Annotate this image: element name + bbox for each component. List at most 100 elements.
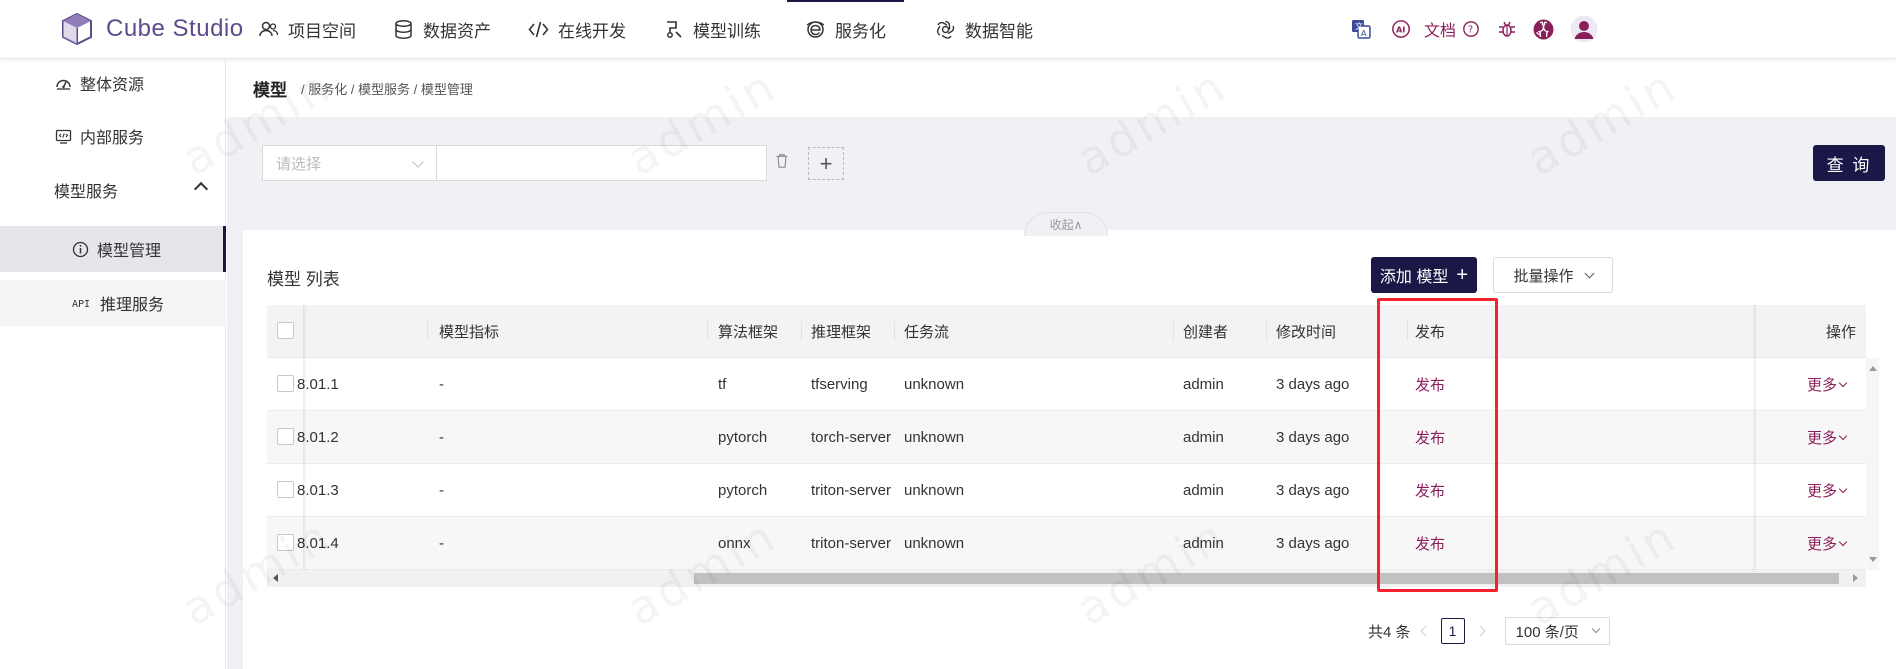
column-divider <box>707 321 708 341</box>
cell-modified: 3 days ago <box>1276 376 1350 393</box>
more-label: 更多 <box>1807 536 1838 553</box>
list-title: 模型 列表 <box>267 270 340 289</box>
chevron-down-icon <box>1591 624 1600 634</box>
more-actions-link[interactable]: 更多 <box>1807 358 1848 411</box>
sidebar-group-model-services[interactable]: 模型服务 <box>0 167 226 213</box>
nav-project-space[interactable]: 项目空间 <box>258 0 356 59</box>
publish-column-highlight <box>1377 298 1498 592</box>
sidebar-item-overall-resources[interactable]: 整体资源 <box>0 60 226 106</box>
page-size-label: 100 条/页 <box>1515 623 1579 641</box>
add-model-button[interactable]: 添加 模型 + <box>1371 257 1477 293</box>
user-avatar[interactable] <box>1570 15 1598 43</box>
col-header-modified[interactable]: 修改时间 <box>1276 305 1336 358</box>
nav-data-assets[interactable]: 数据资产 <box>393 0 491 59</box>
prev-page-icon[interactable] <box>1419 625 1432 637</box>
column-divider <box>1266 321 1267 341</box>
nav-label: 服务化 <box>835 22 886 41</box>
svg-text:A: A <box>1361 29 1367 38</box>
monitor-icon <box>55 129 72 144</box>
nav-model-training[interactable]: 模型训练 <box>663 0 761 59</box>
select-all-checkbox[interactable] <box>277 322 294 339</box>
more-label: 更多 <box>1807 430 1838 447</box>
cell-infer: torch-server <box>811 429 892 446</box>
bug-icon[interactable] <box>1494 16 1520 42</box>
more-actions-link[interactable]: 更多 <box>1807 411 1848 464</box>
app-logo[interactable]: Cube Studio <box>60 12 244 46</box>
github-icon[interactable] <box>1530 16 1556 42</box>
row-checkbox[interactable] <box>277 428 294 445</box>
vertical-scrollbar[interactable] <box>1866 358 1879 570</box>
help-circle-icon[interactable]: ? <box>1458 16 1484 42</box>
more-actions-link[interactable]: 更多 <box>1807 464 1848 517</box>
translate-icon[interactable]: 文A <box>1348 16 1374 42</box>
cell-modified: 3 days ago <box>1276 535 1350 552</box>
add-model-label: 添加 模型 <box>1379 269 1449 286</box>
table-row: 8.01.3 - pytorch triton-server unknown a… <box>267 464 1866 517</box>
chevron-down-icon <box>1838 484 1848 493</box>
delete-filter-icon[interactable] <box>775 152 793 174</box>
chevron-down-icon <box>1838 537 1848 546</box>
docs-link[interactable]: 文档 <box>1424 17 1456 41</box>
nav-online-dev[interactable]: 在线开发 <box>528 0 626 59</box>
cell-modified: 3 days ago <box>1276 482 1350 499</box>
more-label: 更多 <box>1807 483 1838 500</box>
cell-algo: onnx <box>718 535 751 552</box>
sidebar-item-label: 模型管理 <box>97 243 162 260</box>
col-header-algo[interactable]: 算法框架 <box>718 305 778 358</box>
svg-text:API: API <box>72 299 90 310</box>
cell-creator: admin <box>1183 429 1224 446</box>
collapse-filter-tab[interactable]: 收起∧ <box>1024 212 1108 236</box>
sidebar-item-label: 内部服务 <box>80 130 145 147</box>
cell-algo: pytorch <box>718 429 768 446</box>
col-header-metric[interactable]: 模型指标 <box>439 305 499 358</box>
row-checkbox[interactable] <box>277 534 294 551</box>
next-page-icon[interactable] <box>1473 625 1486 637</box>
col-header-infer[interactable]: 推理框架 <box>811 305 871 358</box>
row-checkbox[interactable] <box>277 375 294 392</box>
sidebar-item-model-management[interactable]: 模型管理 <box>0 226 226 272</box>
api-icon: API <box>72 299 90 310</box>
ai-icon[interactable]: AI <box>1388 16 1414 42</box>
horizontal-scrollbar[interactable] <box>267 570 1866 587</box>
nav-data-intelligence[interactable]: 数据智能 <box>935 0 1033 59</box>
sidebar-group-label: 模型服务 <box>54 184 119 201</box>
breadcrumb-path: / 服务化 / 模型服务 / 模型管理 <box>301 82 473 97</box>
breadcrumb: 模型 / 服务化 / 模型服务 / 模型管理 <box>227 60 1896 117</box>
page-number-current[interactable]: 1 <box>1440 618 1465 644</box>
code-icon <box>528 21 549 38</box>
cell-pipeline: unknown <box>904 535 965 552</box>
dashboard-icon <box>56 79 71 90</box>
col-header-pipeline[interactable]: 任务流 <box>904 305 949 358</box>
scrollbar-thumb[interactable] <box>694 573 1839 584</box>
row-checkbox[interactable] <box>277 481 294 498</box>
nav-label: 数据资产 <box>423 22 491 41</box>
database-icon <box>395 19 412 40</box>
svg-text:AI: AI <box>1396 25 1405 35</box>
sidebar-item-internal-services[interactable]: 内部服务 <box>0 113 226 159</box>
model-table: 模型指标 算法框架 推理框架 任务流 创建者 修改时间 发布 操作 8.01.1… <box>267 298 1896 592</box>
sidebar-item-inference-services[interactable]: API 推理服务 <box>0 280 226 326</box>
query-button[interactable]: 查 询 <box>1813 145 1885 181</box>
training-icon <box>667 21 682 38</box>
cell-algo: pytorch <box>718 482 768 499</box>
table-row: 8.01.1 - tf tfserving unknown admin 3 da… <box>267 358 1866 411</box>
column-divider <box>427 321 428 341</box>
batch-actions-button[interactable]: 批量操作 <box>1493 257 1613 293</box>
page-size-select[interactable]: 100 条/页 <box>1504 617 1610 645</box>
add-filter-button[interactable]: + <box>808 147 844 180</box>
more-actions-link[interactable]: 更多 <box>1807 517 1848 570</box>
plus-icon: + <box>1456 264 1469 286</box>
cell-infer: tfserving <box>811 376 868 393</box>
nav-service[interactable]: 服务化 <box>787 0 904 59</box>
header-actions: 文A AI 文档 ? <box>1348 15 1598 43</box>
chevron-down-icon <box>1838 378 1848 387</box>
filter-field-select[interactable]: 请选择 <box>262 145 437 181</box>
sidebar: 整体资源 内部服务 模型服务 模型管理 API 推理服务 <box>0 60 226 669</box>
table-row: 8.01.4 - onnx triton-server unknown admi… <box>267 517 1866 570</box>
users-icon <box>259 21 279 37</box>
col-header-creator[interactable]: 创建者 <box>1183 305 1228 358</box>
fixed-column-shadow <box>1752 305 1756 570</box>
scroll-left-icon <box>273 574 278 582</box>
cell-metric: - <box>439 535 444 552</box>
filter-value-input[interactable] <box>437 145 767 181</box>
